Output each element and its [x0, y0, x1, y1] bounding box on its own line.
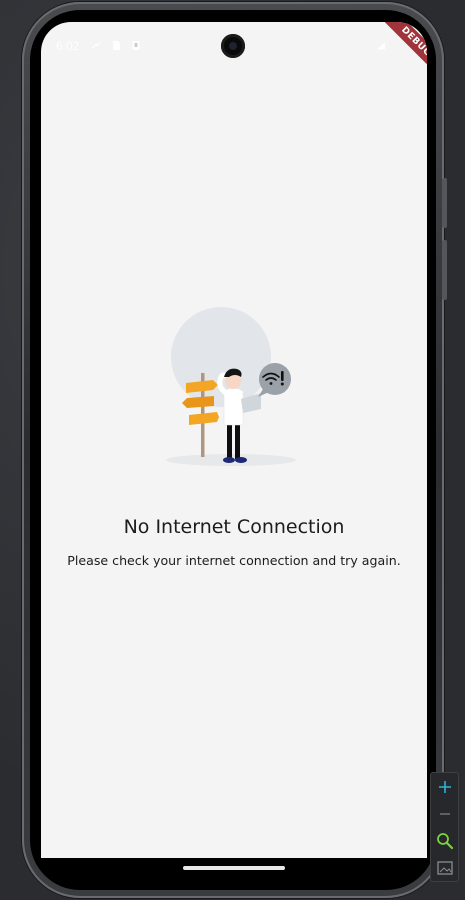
image-frame-icon[interactable]: [431, 854, 458, 881]
shoe-right: [235, 457, 247, 463]
shoe-left: [223, 457, 235, 463]
notification-icon: [91, 41, 101, 50]
home-indicator[interactable]: [183, 866, 285, 870]
empty-state-title: No Internet Connection: [123, 516, 345, 538]
app-screen: 6:02 DEBUG No Internet Connection Please…: [41, 22, 427, 858]
person-leg-right: [235, 423, 240, 459]
front-camera: [221, 34, 245, 58]
status-time: 6:02: [56, 39, 80, 53]
empty-state-message: Please check your internet connection an…: [67, 553, 401, 568]
volume-button[interactable]: [442, 178, 447, 228]
sign-middle: [182, 396, 214, 408]
storage-icon: [132, 41, 140, 50]
power-button[interactable]: [442, 240, 447, 300]
magnifier-icon[interactable]: [431, 827, 458, 854]
person-leg-left: [227, 423, 232, 459]
signal-icon: [377, 41, 385, 50]
plus-icon[interactable]: [431, 773, 458, 800]
no-connection-illustration: [166, 307, 296, 466]
emulator-zoom-panel: [430, 772, 459, 882]
sign-bottom: [189, 412, 219, 425]
sd-card-icon: [113, 41, 120, 50]
navigation-bar: [41, 858, 427, 882]
status-bar: 6:02 DEBUG: [41, 22, 427, 87]
minus-icon[interactable]: [431, 800, 458, 827]
debug-banner: DEBUG: [371, 22, 427, 87]
